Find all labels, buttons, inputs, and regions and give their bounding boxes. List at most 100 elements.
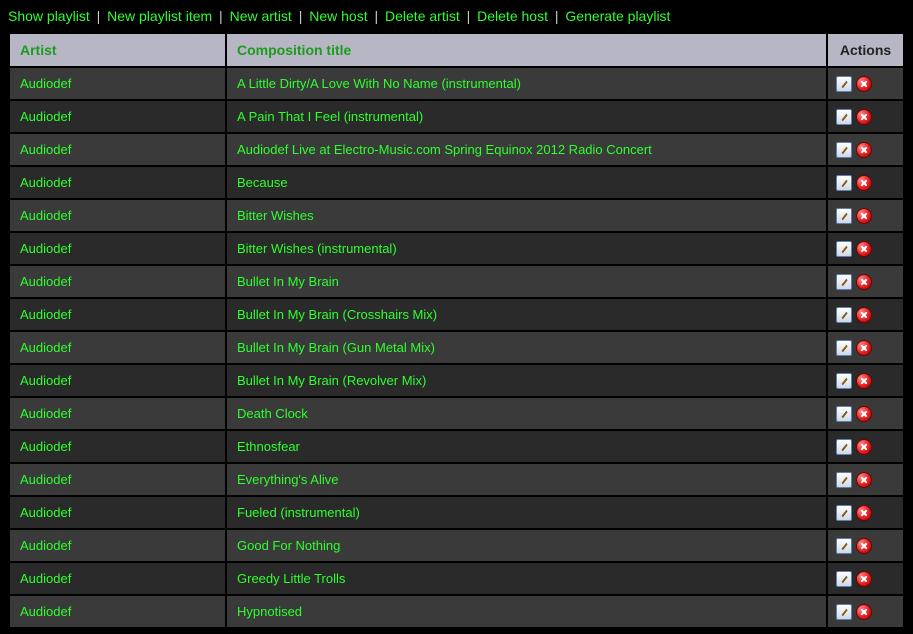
nav-link[interactable]: New playlist item <box>107 8 212 24</box>
title-link[interactable]: Greedy Little Trolls <box>237 571 345 586</box>
title-link[interactable]: Audiodef Live at Electro-Music.com Sprin… <box>237 142 652 157</box>
edit-icon[interactable] <box>836 307 852 323</box>
nav-link[interactable]: Generate playlist <box>565 8 670 24</box>
title-link[interactable]: Bullet In My Brain (Gun Metal Mix) <box>237 340 435 355</box>
artist-cell: Audiodef <box>10 596 225 627</box>
artist-link[interactable]: Audiodef <box>20 406 71 421</box>
artist-link[interactable]: Audiodef <box>20 340 71 355</box>
artist-cell: Audiodef <box>10 134 225 165</box>
artist-link[interactable]: Audiodef <box>20 175 71 190</box>
title-link[interactable]: Ethnosfear <box>237 439 300 454</box>
nav-separator: | <box>90 8 107 24</box>
title-link[interactable]: Good For Nothing <box>237 538 340 553</box>
title-link[interactable]: Bullet In My Brain <box>237 274 339 289</box>
artist-link[interactable]: Audiodef <box>20 439 71 454</box>
artist-link[interactable]: Audiodef <box>20 571 71 586</box>
delete-icon[interactable] <box>856 505 872 521</box>
nav-link[interactable]: New artist <box>230 8 292 24</box>
artist-cell: Audiodef <box>10 167 225 198</box>
title-cell: Bullet In My Brain <box>227 266 826 297</box>
artist-link[interactable]: Audiodef <box>20 307 71 322</box>
actions-cell <box>828 530 903 561</box>
delete-icon[interactable] <box>856 241 872 257</box>
nav-link[interactable]: Show playlist <box>8 8 90 24</box>
artist-link[interactable]: Audiodef <box>20 208 71 223</box>
delete-icon[interactable] <box>856 571 872 587</box>
edit-icon[interactable] <box>836 604 852 620</box>
edit-icon[interactable] <box>836 175 852 191</box>
header-actions: Actions <box>828 34 903 66</box>
nav-link[interactable]: New host <box>309 8 367 24</box>
delete-icon[interactable] <box>856 109 872 125</box>
nav-separator: | <box>292 8 309 24</box>
delete-icon[interactable] <box>856 274 872 290</box>
nav-link[interactable]: Delete host <box>477 8 548 24</box>
artist-link[interactable]: Audiodef <box>20 241 71 256</box>
artist-cell: Audiodef <box>10 233 225 264</box>
nav-separator: | <box>368 8 385 24</box>
delete-icon[interactable] <box>856 208 872 224</box>
edit-icon[interactable] <box>836 340 852 356</box>
title-link[interactable]: Bullet In My Brain (Revolver Mix) <box>237 373 426 388</box>
artist-link[interactable]: Audiodef <box>20 505 71 520</box>
title-link[interactable]: Bitter Wishes <box>237 208 314 223</box>
edit-icon[interactable] <box>836 505 852 521</box>
artist-cell: Audiodef <box>10 431 225 462</box>
artist-cell: Audiodef <box>10 101 225 132</box>
edit-icon[interactable] <box>836 373 852 389</box>
actions-cell <box>828 365 903 396</box>
artist-link[interactable]: Audiodef <box>20 373 71 388</box>
delete-icon[interactable] <box>856 373 872 389</box>
artist-link[interactable]: Audiodef <box>20 538 71 553</box>
actions-cell <box>828 266 903 297</box>
title-link[interactable]: A Little Dirty/A Love With No Name (inst… <box>237 76 521 91</box>
title-link[interactable]: Fueled (instrumental) <box>237 505 360 520</box>
nav-separator: | <box>460 8 477 24</box>
title-link[interactable]: Everything's Alive <box>237 472 338 487</box>
title-link[interactable]: Bitter Wishes (instrumental) <box>237 241 397 256</box>
edit-icon[interactable] <box>836 208 852 224</box>
artist-cell: Audiodef <box>10 200 225 231</box>
delete-icon[interactable] <box>856 175 872 191</box>
actions-cell <box>828 233 903 264</box>
artist-link[interactable]: Audiodef <box>20 142 71 157</box>
artist-cell: Audiodef <box>10 398 225 429</box>
edit-icon[interactable] <box>836 109 852 125</box>
nav-link[interactable]: Delete artist <box>385 8 460 24</box>
artist-link[interactable]: Audiodef <box>20 76 71 91</box>
title-cell: Hypnotised <box>227 596 826 627</box>
title-link[interactable]: Death Clock <box>237 406 308 421</box>
delete-icon[interactable] <box>856 472 872 488</box>
edit-icon[interactable] <box>836 241 852 257</box>
actions-cell <box>828 332 903 363</box>
delete-icon[interactable] <box>856 604 872 620</box>
artist-link[interactable]: Audiodef <box>20 274 71 289</box>
delete-icon[interactable] <box>856 340 872 356</box>
title-cell: Bullet In My Brain (Revolver Mix) <box>227 365 826 396</box>
edit-icon[interactable] <box>836 439 852 455</box>
edit-icon[interactable] <box>836 142 852 158</box>
edit-icon[interactable] <box>836 571 852 587</box>
delete-icon[interactable] <box>856 538 872 554</box>
delete-icon[interactable] <box>856 142 872 158</box>
edit-icon[interactable] <box>836 76 852 92</box>
delete-icon[interactable] <box>856 307 872 323</box>
delete-icon[interactable] <box>856 439 872 455</box>
edit-icon[interactable] <box>836 406 852 422</box>
edit-icon[interactable] <box>836 538 852 554</box>
title-cell: Good For Nothing <box>227 530 826 561</box>
delete-icon[interactable] <box>856 76 872 92</box>
edit-icon[interactable] <box>836 472 852 488</box>
delete-icon[interactable] <box>856 406 872 422</box>
title-link[interactable]: A Pain That I Feel (instrumental) <box>237 109 423 124</box>
title-link[interactable]: Hypnotised <box>237 604 302 619</box>
title-cell: Because <box>227 167 826 198</box>
title-link[interactable]: Because <box>237 175 288 190</box>
artist-link[interactable]: Audiodef <box>20 472 71 487</box>
artist-link[interactable]: Audiodef <box>20 604 71 619</box>
edit-icon[interactable] <box>836 274 852 290</box>
header-title: Composition title <box>227 34 826 66</box>
table-row: Audiodef Hypnotised <box>10 596 903 627</box>
title-link[interactable]: Bullet In My Brain (Crosshairs Mix) <box>237 307 437 322</box>
artist-link[interactable]: Audiodef <box>20 109 71 124</box>
